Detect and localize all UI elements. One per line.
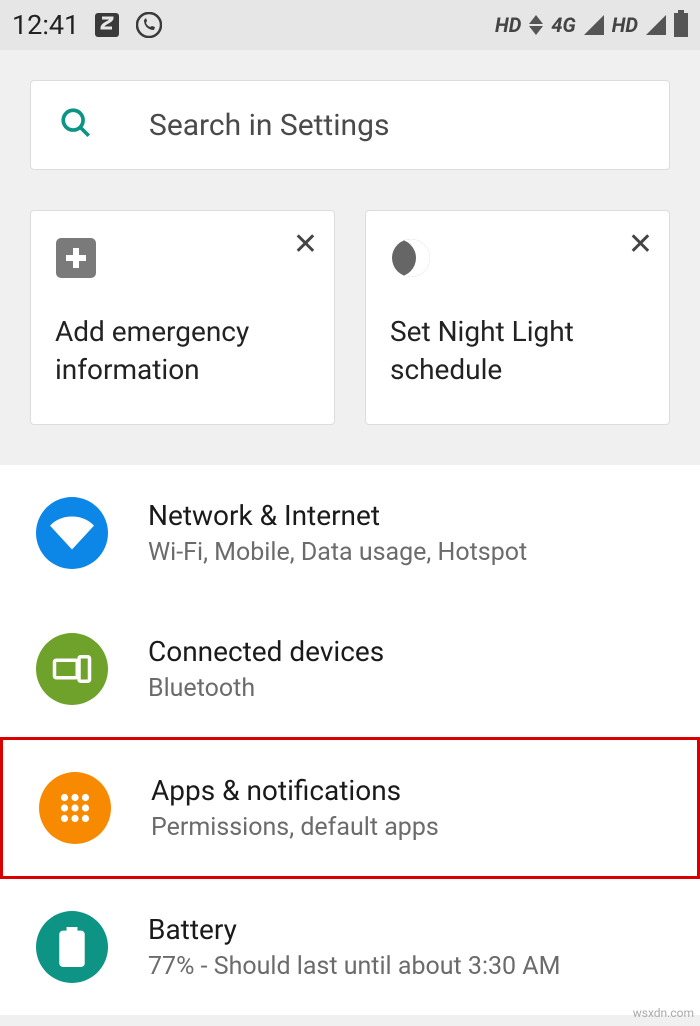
plus-icon	[55, 237, 97, 279]
setting-apps-notifications[interactable]: Apps & notifications Permissions, defaul…	[0, 737, 700, 879]
setting-subtitle: 77% - Should last until about 3:30 AM	[148, 952, 560, 981]
status-bar: 12:41 HD 4G HD	[0, 0, 700, 50]
battery-circle-icon	[36, 911, 108, 983]
setting-network-internet[interactable]: Network & Internet Wi-Fi, Mobile, Data u…	[0, 465, 700, 601]
data-arrows-icon	[529, 15, 543, 35]
hd-indicator-1: HD	[495, 13, 521, 37]
search-input[interactable]	[149, 108, 641, 143]
status-left: 12:41	[12, 9, 163, 41]
close-icon[interactable]: ✕	[293, 227, 318, 262]
card-emergency-info[interactable]: ✕ Add emergency information	[30, 210, 335, 425]
network-type: 4G	[551, 13, 575, 37]
status-right: HD 4G HD	[495, 13, 688, 37]
card-title: Set Night Light schedule	[390, 313, 645, 389]
battery-icon	[674, 13, 688, 37]
hd-indicator-2: HD	[612, 13, 638, 37]
status-time: 12:41	[12, 9, 79, 41]
devices-icon	[36, 633, 108, 705]
app-icon-1	[93, 11, 121, 39]
search-icon	[59, 106, 93, 144]
setting-subtitle: Permissions, default apps	[151, 813, 439, 842]
apps-icon	[39, 772, 111, 844]
signal-icon-2	[646, 15, 666, 35]
settings-list: Network & Internet Wi-Fi, Mobile, Data u…	[0, 465, 700, 1015]
setting-battery[interactable]: Battery 77% - Should last until about 3:…	[0, 879, 700, 1015]
setting-connected-devices[interactable]: Connected devices Bluetooth	[0, 601, 700, 737]
watermark: wsxdn.com	[633, 1006, 694, 1020]
setting-title: Connected devices	[148, 635, 384, 668]
setting-title: Apps & notifications	[151, 774, 439, 807]
card-night-light[interactable]: ✕ Set Night Light schedule	[365, 210, 670, 425]
card-title: Add emergency information	[55, 313, 310, 389]
phone-icon	[135, 11, 163, 39]
search-bar[interactable]	[30, 80, 670, 170]
setting-title: Battery	[148, 913, 560, 946]
suggestion-cards: ✕ Add emergency information ✕ Set Night …	[0, 170, 700, 455]
close-icon[interactable]: ✕	[628, 227, 653, 262]
setting-title: Network & Internet	[148, 499, 527, 532]
signal-icon-1	[584, 15, 604, 35]
moon-icon	[390, 237, 432, 279]
setting-subtitle: Wi-Fi, Mobile, Data usage, Hotspot	[148, 538, 527, 567]
wifi-icon	[36, 497, 108, 569]
setting-subtitle: Bluetooth	[148, 674, 384, 703]
